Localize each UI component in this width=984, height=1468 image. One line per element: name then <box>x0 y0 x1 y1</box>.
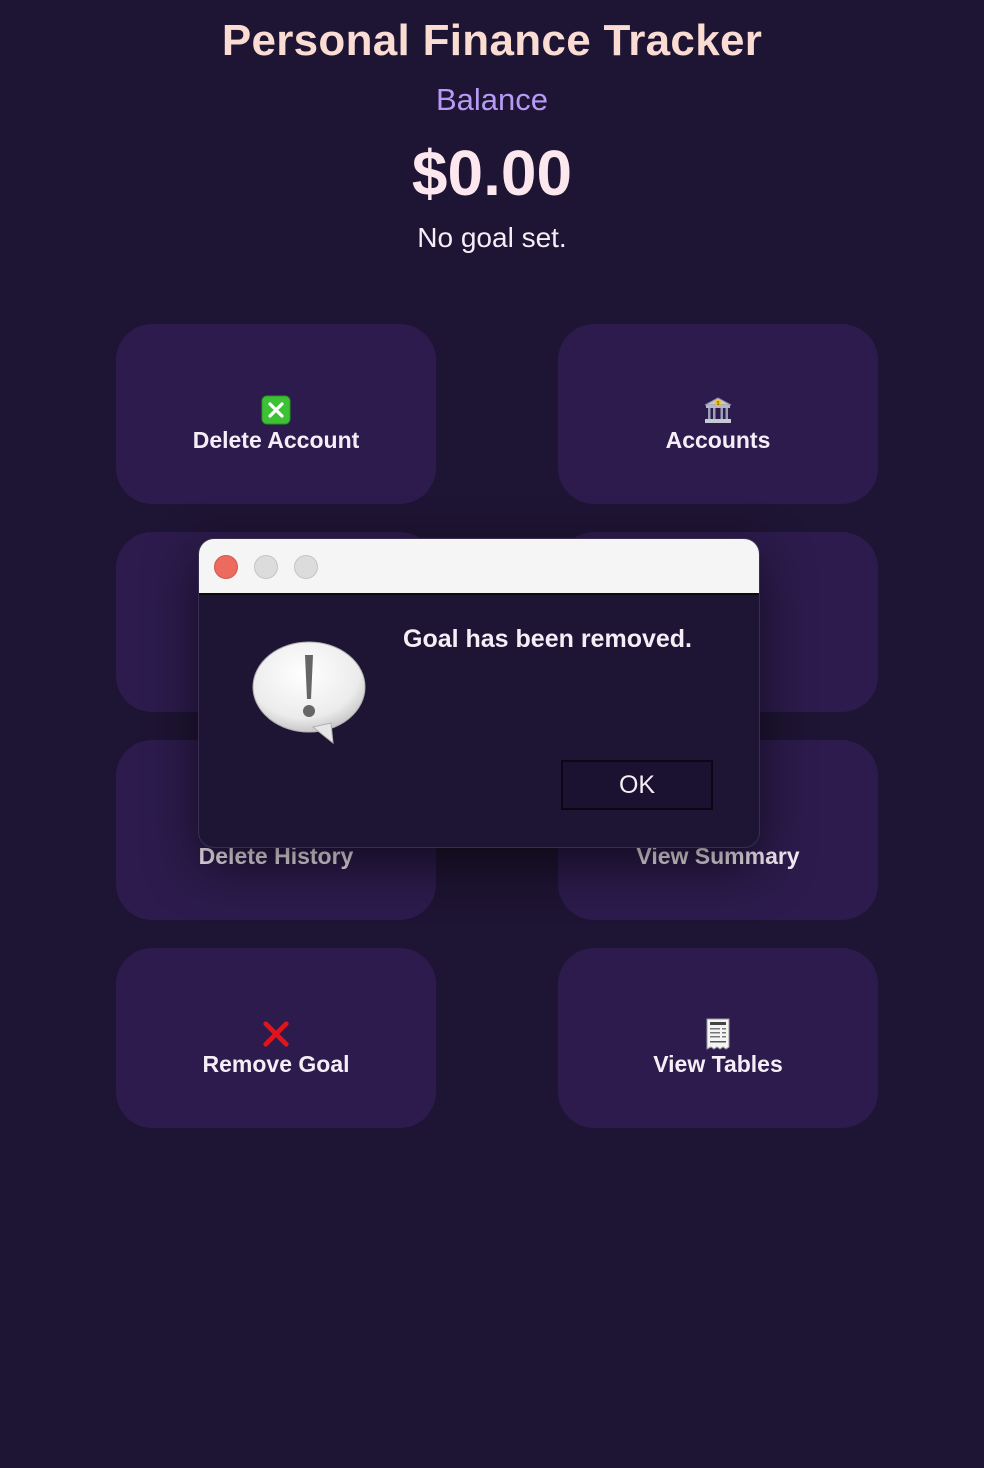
balance-label: Balance <box>435 82 549 117</box>
remove-goal-button[interactable]: Remove Goal <box>116 948 436 1128</box>
view-tables-label: View Tables <box>653 1050 783 1077</box>
alert-dialog: Goal has been removed. OK <box>198 538 760 848</box>
ok-button[interactable]: OK <box>561 760 713 810</box>
accounts-button[interactable]: $ Accounts <box>558 324 878 504</box>
balance-amount: $0.00 <box>411 137 573 209</box>
maximize-window-button[interactable] <box>294 555 318 579</box>
minimize-window-button[interactable] <box>254 555 278 579</box>
accounts-label: Accounts <box>665 426 771 453</box>
svg-text:$: $ <box>717 401 720 407</box>
dialog-message: Goal has been removed. <box>403 625 692 653</box>
view-tables-button[interactable]: View Tables <box>558 948 878 1128</box>
goal-status: No goal set. <box>417 222 567 253</box>
cross-mark-button-icon <box>261 395 291 425</box>
app-title: Personal Finance Tracker <box>221 16 763 65</box>
bank-icon: $ <box>703 395 733 425</box>
alert-speech-bubble-icon <box>251 639 369 747</box>
close-window-button[interactable] <box>214 555 238 579</box>
dialog-titlebar[interactable] <box>199 539 759 595</box>
delete-account-button[interactable]: Delete Account <box>116 324 436 504</box>
cross-mark-icon <box>261 1019 291 1049</box>
receipt-icon <box>703 1018 733 1050</box>
remove-goal-label: Remove Goal <box>202 1050 350 1077</box>
delete-account-label: Delete Account <box>192 426 360 453</box>
